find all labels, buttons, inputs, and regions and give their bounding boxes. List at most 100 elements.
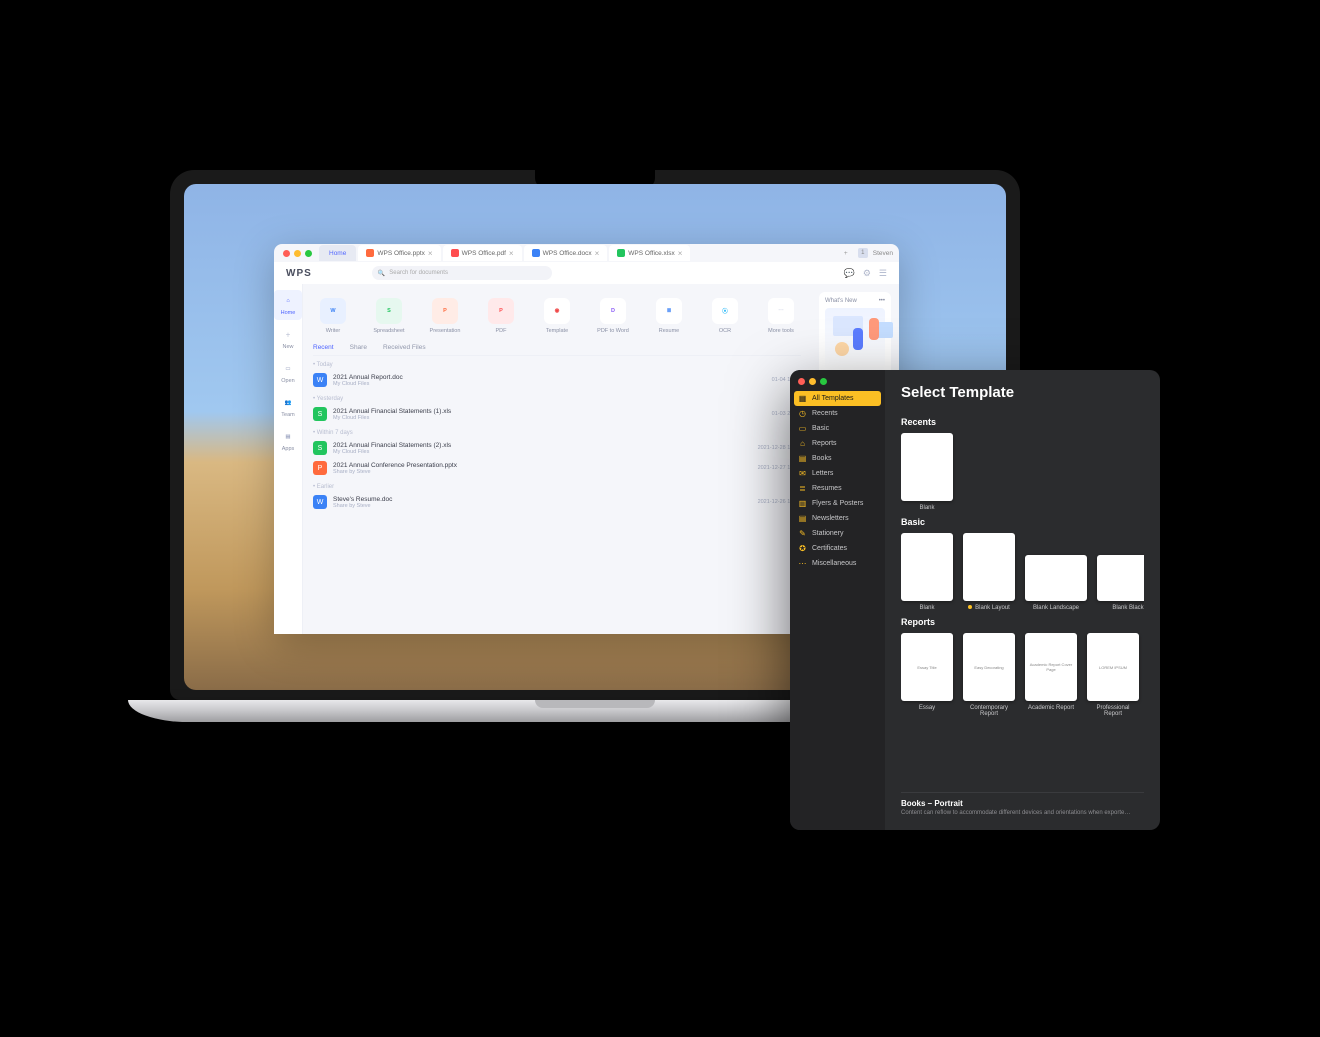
category-icon: ✉ <box>798 469 807 478</box>
file-name: 2021 Annual Financial Statements (1).xls <box>333 408 451 415</box>
app-more-tools[interactable]: ⋯More tools <box>765 298 797 334</box>
document-tab[interactable]: WPS Office.xlsx× <box>609 245 690 261</box>
category-resumes[interactable]: ≣Resumes <box>790 481 885 496</box>
app-presentation[interactable]: P Presentation <box>429 298 461 334</box>
file-location: My Cloud Files <box>333 415 451 421</box>
category-books[interactable]: ▤Books <box>790 451 885 466</box>
document-tab[interactable]: WPS Office.pptx× <box>358 245 440 261</box>
template-tile[interactable]: Blank <box>901 433 953 511</box>
more-icon[interactable]: ••• <box>879 298 885 304</box>
whats-new-card[interactable]: What's New ••• <box>819 292 891 382</box>
sidebar-item-home[interactable]: ⌂Home <box>274 290 302 320</box>
template-tile[interactable]: Blank Landscape <box>1025 533 1087 611</box>
close-icon[interactable] <box>283 250 290 257</box>
close-icon[interactable]: × <box>595 249 600 258</box>
template-thumbnail <box>901 433 953 501</box>
sidebar-item-new[interactable]: ＋New <box>274 324 302 354</box>
app-resume[interactable]: ≣Resume <box>653 298 685 334</box>
template-tile[interactable]: Academic Report Cover PageAcademic Repor… <box>1025 633 1077 717</box>
file-tab-received-files[interactable]: Received Files <box>383 344 426 351</box>
file-tab-share[interactable]: Share <box>350 344 367 351</box>
category-label: Basic <box>812 425 829 432</box>
category-miscellaneous[interactable]: ⋯Miscellaneous <box>790 556 885 571</box>
traffic-lights[interactable] <box>790 376 885 391</box>
app-label: PDF <box>485 328 517 334</box>
maximize-icon[interactable] <box>820 378 827 385</box>
close-icon[interactable]: × <box>509 249 514 258</box>
template-label: Professional Report <box>1087 705 1139 717</box>
wps-toolbar: WPS 🔍 Search for documents 💬 ⚙ ☰ <box>274 262 899 284</box>
category-letters[interactable]: ✉Letters <box>790 466 885 481</box>
app-writer[interactable]: WWriter <box>317 298 349 334</box>
notification-badge[interactable]: 1 <box>858 248 868 258</box>
file-section-label: • Yesterday <box>313 390 801 404</box>
category-certificates[interactable]: ✪Certificates <box>790 541 885 556</box>
category-flyers-posters[interactable]: ▥Flyers & Posters <box>790 496 885 511</box>
file-row[interactable]: S2021 Annual Financial Statements (1).xl… <box>313 404 801 424</box>
user-area[interactable]: 1 Steven <box>858 248 893 258</box>
file-location: Share by Steve <box>333 469 457 475</box>
app-ocr[interactable]: ⦿ OCR <box>709 298 741 334</box>
app-pdf[interactable]: PPDF <box>485 298 517 334</box>
file-row[interactable]: W2021 Annual Report.docMy Cloud Files01-… <box>313 370 801 390</box>
file-row[interactable]: P2021 Annual Conference Presentation.ppt… <box>313 458 801 478</box>
category-newsletters[interactable]: ▤ Newsletters <box>790 511 885 526</box>
document-tab[interactable]: WPS Office.docx× <box>524 245 608 261</box>
app-icon: D <box>600 298 626 324</box>
app-icon: ⦿ <box>712 298 738 324</box>
category-all-templates[interactable]: ▦All Templates <box>794 391 881 406</box>
app-label: OCR <box>709 328 741 334</box>
category-icon: ◷ <box>798 409 807 418</box>
footer-sub: Content can reflow to accommodate differ… <box>901 810 1144 816</box>
template-tile[interactable]: Easy DecoratingContemporary Report <box>963 633 1015 717</box>
template-tile[interactable]: Blank <box>901 533 953 611</box>
maximize-icon[interactable] <box>305 250 312 257</box>
category-icon: ▦ <box>798 394 807 403</box>
category-icon: ⌂ <box>798 439 807 448</box>
tab-home[interactable]: Home <box>319 245 356 261</box>
search-input[interactable]: 🔍 Search for documents <box>372 266 552 280</box>
filter-icon[interactable]: ☰ <box>879 268 887 279</box>
app-icon: P <box>432 298 458 324</box>
template-tile[interactable]: Blank Black <box>1097 533 1144 611</box>
file-row[interactable]: S2021 Annual Financial Statements (2).xl… <box>313 438 801 458</box>
template-tile[interactable]: Essay TitleEssay <box>901 633 953 717</box>
category-recents[interactable]: ◷Recents <box>790 406 885 421</box>
template-tile[interactable]: Blank Layout <box>963 533 1015 611</box>
chat-icon[interactable]: 💬 <box>844 268 855 279</box>
category-label: Resumes <box>812 485 842 492</box>
minimize-icon[interactable] <box>809 378 816 385</box>
sidebar-item-open[interactable]: ▭Open <box>274 358 302 388</box>
category-icon: ▥ <box>798 499 807 508</box>
category-icon: ▤ <box>798 514 807 523</box>
category-label: Newsletters <box>812 515 849 522</box>
app-icon: ≣ <box>656 298 682 324</box>
folder-icon: ▭ <box>281 362 295 376</box>
app-spreadsheet[interactable]: SSpreadsheet <box>373 298 405 334</box>
sidebar-item-apps[interactable]: ▦Apps <box>274 426 302 456</box>
tab-label: WPS Office.docx <box>543 250 592 257</box>
category-reports[interactable]: ⌂Reports <box>790 436 885 451</box>
app-label: More tools <box>765 328 797 334</box>
template-thumbnail <box>1097 555 1144 601</box>
sidebar-item-team[interactable]: 👥Team <box>274 392 302 422</box>
doc-type-icon <box>366 249 374 257</box>
add-tab-button[interactable]: + <box>838 245 854 261</box>
grid-recents: Blank <box>901 433 1144 511</box>
app-template[interactable]: ◉Template <box>541 298 573 334</box>
file-tab-recent[interactable]: Recent <box>313 344 334 351</box>
app-pdf-to-word[interactable]: DPDF to Word <box>597 298 629 334</box>
app-label: Presentation <box>429 328 461 334</box>
minimize-icon[interactable] <box>294 250 301 257</box>
close-icon[interactable] <box>798 378 805 385</box>
document-tab[interactable]: WPS Office.pdf× <box>443 245 522 261</box>
close-icon[interactable]: × <box>678 249 683 258</box>
file-row[interactable]: WSteve's Resume.docShare by Steve2021-12… <box>313 492 801 512</box>
template-tile[interactable]: LOREM IPSUMProfessional Report <box>1087 633 1139 717</box>
gear-icon[interactable]: ⚙ <box>863 268 871 279</box>
category-basic[interactable]: ▭Basic <box>790 421 885 436</box>
traffic-lights[interactable] <box>280 250 315 257</box>
category-stationery[interactable]: ✎Stationery <box>790 526 885 541</box>
grid-reports: Essay TitleEssayEasy DecoratingContempor… <box>901 633 1144 717</box>
close-icon[interactable]: × <box>428 249 433 258</box>
